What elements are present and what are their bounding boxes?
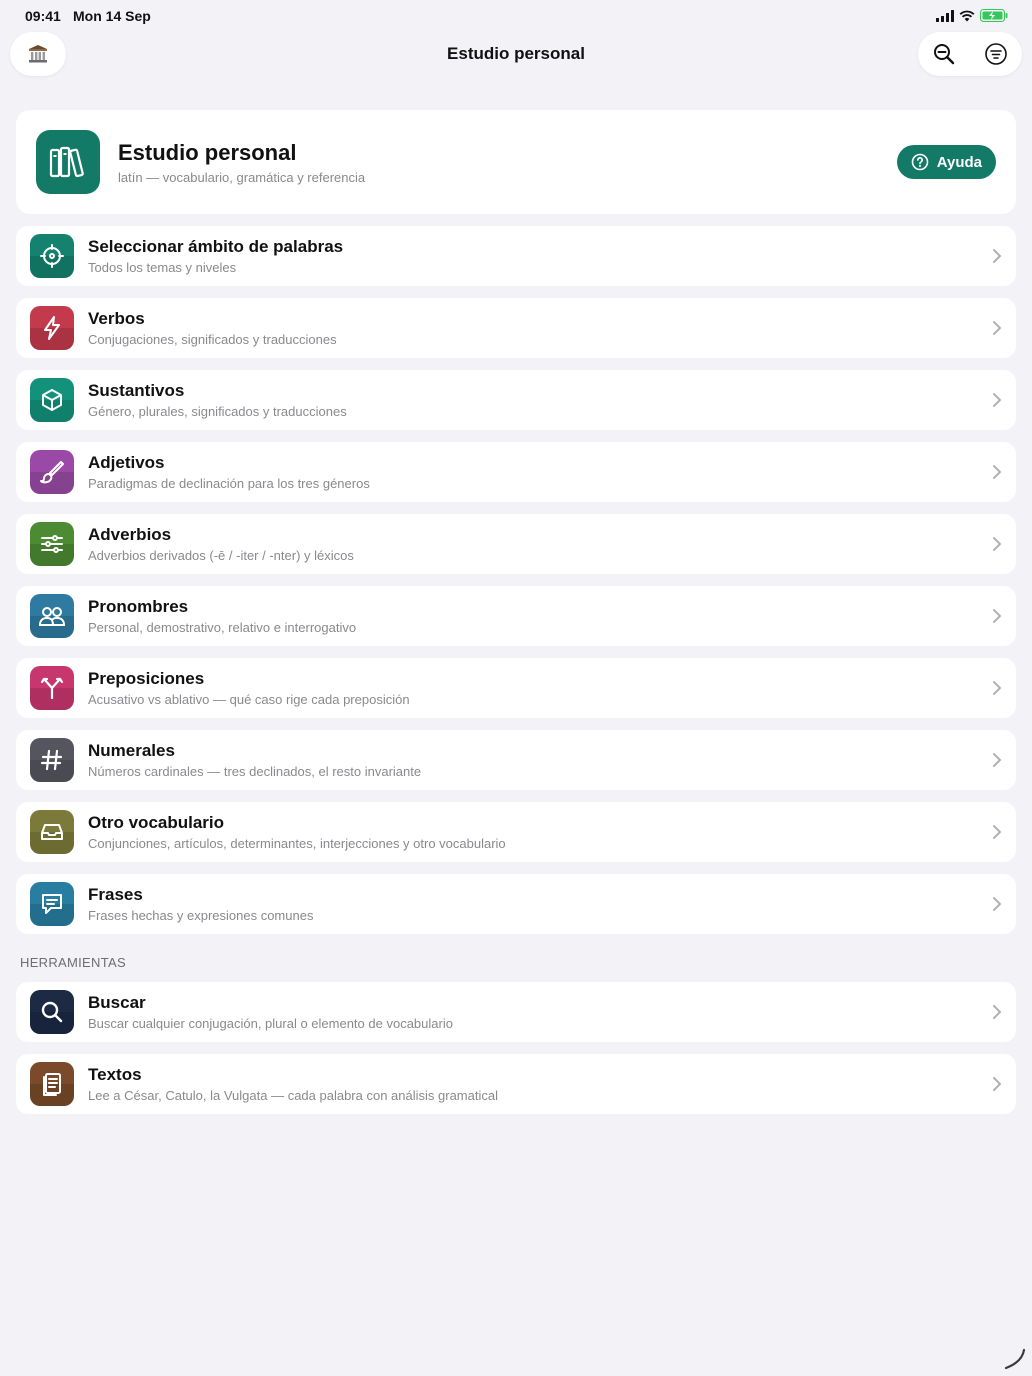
question-circle-icon [911, 153, 929, 171]
signal-icon [936, 9, 954, 22]
row-icon-tile [30, 666, 74, 710]
header-app-icon [36, 130, 100, 194]
help-button-label: Ayuda [936, 153, 982, 171]
row-phrases[interactable]: Frases Frases hechas y expresiones comun… [16, 874, 1016, 934]
search-icon [41, 1001, 63, 1023]
row-icon-tile [30, 450, 74, 494]
chevron-right-icon [993, 1005, 1001, 1019]
row-other-vocabulary[interactable]: Otro vocabulario Conjunciones, artículos… [16, 802, 1016, 862]
row-icon-tile [30, 810, 74, 854]
fork-icon [40, 677, 64, 700]
row-icon-tile [30, 378, 74, 422]
row-nouns[interactable]: Sustantivos Género, plurales, significad… [16, 370, 1016, 430]
document-icon [43, 1073, 61, 1096]
battery-charging-icon [980, 9, 1008, 22]
row-subtitle: Conjugaciones, significados y traduccion… [88, 332, 337, 347]
chevron-right-icon [993, 249, 1001, 263]
crosshair-icon [40, 244, 64, 268]
hash-icon [40, 749, 63, 771]
header-title: Estudio personal [118, 140, 297, 165]
chevron-right-icon [993, 465, 1001, 479]
row-title: Buscar [88, 993, 146, 1012]
header-card: Estudio personal latín — vocabulario, gr… [16, 110, 1016, 214]
sliders-icon [41, 535, 63, 553]
row-numerals[interactable]: Numerales Números cardinales — tres decl… [16, 730, 1016, 790]
chevron-right-icon [993, 393, 1001, 407]
filter-circle-icon [985, 43, 1007, 65]
row-icon-tile [30, 306, 74, 350]
row-icon-tile [30, 738, 74, 782]
row-prepositions[interactable]: Preposiciones Acusativo vs ablativo — qu… [16, 658, 1016, 718]
books-icon [49, 146, 84, 178]
row-icon-tile [30, 990, 74, 1034]
nav-actions [918, 32, 1022, 76]
nav-title: Estudio personal [447, 44, 585, 63]
zoom-out-button[interactable] [924, 34, 964, 74]
row-title: Otro vocabulario [88, 813, 225, 832]
row-subtitle: Acusativo vs ablativo — qué caso rige ca… [88, 692, 410, 707]
chevron-right-icon [993, 897, 1001, 911]
row-title: Pronombres [88, 597, 189, 616]
status-icons [936, 9, 1008, 22]
wifi-icon [959, 10, 975, 21]
row-icon-tile [30, 594, 74, 638]
row-title: Frases [88, 885, 143, 904]
row-title: Seleccionar ámbito de palabras [88, 237, 344, 256]
row-subtitle: Género, plurales, significados y traducc… [88, 404, 347, 419]
status-date: Mon 14 Sep [73, 8, 151, 24]
chevron-right-icon [993, 321, 1001, 335]
row-title: Textos [88, 1065, 142, 1084]
row-subtitle: Buscar cualquier conjugación, plural o e… [88, 1016, 453, 1031]
chevron-right-icon [993, 753, 1001, 767]
row-subtitle: Paradigmas de declinación para los tres … [88, 476, 370, 491]
scroll-corner-indicator [1004, 1348, 1026, 1370]
people-icon [38, 607, 66, 626]
cube-icon [42, 389, 62, 411]
row-title: Adverbios [88, 525, 172, 544]
brush-icon [40, 461, 64, 484]
row-title: Numerales [88, 741, 175, 760]
row-search[interactable]: Buscar Buscar cualquier conjugación, plu… [16, 982, 1016, 1042]
row-icon-tile [30, 234, 74, 278]
row-subtitle: Adverbios derivados (-ē / -iter / -nter)… [88, 548, 354, 563]
magnifier-minus-icon [934, 44, 955, 65]
row-word-scope[interactable]: Seleccionar ámbito de palabras Todos los… [16, 226, 1016, 286]
header-subtitle: latín — vocabulario, gramática y referen… [118, 170, 366, 185]
chevron-right-icon [993, 537, 1001, 551]
row-adjectives[interactable]: Adjetivos Paradigmas de declinación para… [16, 442, 1016, 502]
row-verbs[interactable]: Verbos Conjugaciones, significados y tra… [16, 298, 1016, 358]
row-title: Sustantivos [88, 381, 185, 400]
chat-icon [42, 894, 62, 914]
status-time: 09:41 [25, 8, 61, 24]
bolt-icon [44, 316, 60, 340]
screen: 09:41 Mon 14 Sep Estudio personal Estudi… [0, 0, 1032, 1376]
chevron-right-icon [993, 1077, 1001, 1091]
row-title: Preposiciones [88, 669, 205, 688]
row-icon-tile [30, 522, 74, 566]
section-label-tools: HERRAMIENTAS [20, 955, 126, 970]
row-subtitle: Conjunciones, artículos, determinantes, … [88, 836, 506, 851]
row-subtitle: Personal, demostrativo, relativo e inter… [88, 620, 357, 635]
help-button[interactable]: Ayuda [896, 145, 996, 179]
row-subtitle: Todos los temas y niveles [88, 260, 237, 275]
row-icon-tile [30, 1062, 74, 1106]
row-title: Verbos [88, 309, 145, 328]
status-bar: 09:41 Mon 14 Sep [0, 0, 1032, 32]
chevron-right-icon [993, 609, 1001, 623]
inbox-icon [41, 824, 63, 840]
filter-menu-button[interactable] [976, 34, 1016, 74]
row-subtitle: Frases hechas y expresiones comunes [88, 908, 314, 923]
row-adverbs[interactable]: Adverbios Adverbios derivados (-ē / -ite… [16, 514, 1016, 574]
row-title: Adjetivos [88, 453, 165, 472]
chevron-right-icon [993, 681, 1001, 695]
row-subtitle: Números cardinales — tres declinados, el… [88, 764, 422, 779]
row-pronouns[interactable]: Pronombres Personal, demostrativo, relat… [16, 586, 1016, 646]
row-subtitle: Lee a César, Catulo, la Vulgata — cada p… [88, 1088, 498, 1103]
row-icon-tile [30, 882, 74, 926]
row-texts[interactable]: Textos Lee a César, Catulo, la Vulgata —… [16, 1054, 1016, 1114]
chevron-right-icon [993, 825, 1001, 839]
